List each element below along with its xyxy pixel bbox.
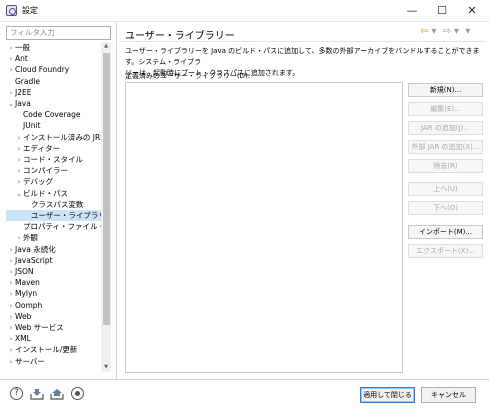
tree-item-label: Maven	[15, 278, 40, 288]
tree-item-label: Oomph	[15, 300, 43, 310]
tree-item-label: Java 永続化	[15, 244, 56, 254]
tree-item-label: サーバー	[15, 356, 45, 366]
tree-item[interactable]: › インストール済みの JRE	[6, 132, 105, 143]
tree-item[interactable]: › XML	[6, 333, 31, 344]
tree-item[interactable]: › コンパイラー	[6, 165, 68, 176]
tree-item-label: ビルド・パス	[23, 188, 68, 198]
export-preferences-icon[interactable]	[50, 388, 64, 400]
tree-item[interactable]: › JSON	[6, 266, 34, 277]
tree-item[interactable]: › 一般	[6, 42, 30, 53]
tree-item[interactable]: › Java 永続化	[6, 244, 56, 255]
tree-item[interactable]: クラスパス変数	[6, 199, 83, 210]
tree-item[interactable]: › エディター	[6, 143, 60, 154]
tree-item[interactable]: JUnit	[6, 120, 40, 131]
close-button[interactable]: ✕	[457, 2, 487, 20]
apply-and-close-button[interactable]: 適用して閉じる	[360, 387, 415, 403]
tree-item-label: Web	[15, 311, 32, 321]
export-button[interactable]: エクスポート(X)...	[408, 244, 483, 258]
tree-item-label: デバッグ	[23, 177, 53, 187]
tree-item-label: 一般	[15, 43, 30, 52]
tree-item[interactable]: › J2EE	[6, 87, 32, 98]
tree-item-label: コンパイラー	[23, 166, 68, 176]
tree-item-label: Mylyn	[15, 289, 38, 299]
page-navigation: ⇦ ▾ ⇨ ▾ ▾	[420, 26, 473, 37]
new-button[interactable]: 新規(N)...	[408, 83, 483, 97]
tree-item[interactable]: › 外観	[6, 232, 38, 243]
tree-item[interactable]: ⌄ビルド・パス	[6, 188, 68, 199]
minimize-button[interactable]: —	[397, 2, 427, 20]
tree-item-label: XML	[15, 334, 31, 344]
tree-item-label: Code Coverage	[23, 110, 81, 120]
tree-item[interactable]: ⌄Java	[6, 98, 31, 109]
tree-item[interactable]: › Cloud Foundry	[6, 64, 70, 75]
tree-item-label: インストール済みの JRE	[23, 132, 105, 142]
footer-divider	[0, 379, 489, 380]
preference-tree: › 一般 › Ant › Cloud Foundry Gradle › J2EE ⌄Java Cod…	[6, 42, 110, 372]
cancel-button[interactable]: キャンセル	[421, 387, 476, 403]
tree-item[interactable]: › Web サービス	[6, 322, 64, 333]
tree-item-label: プロパティ・ファイル・エディ	[23, 222, 110, 232]
app-icon	[6, 5, 17, 16]
description-line-1: ユーザー・ライブラリーを Java のビルド・パスに追加して、多数の外部アーカイ…	[125, 47, 480, 66]
tree-scrollbar[interactable]: ▲ ▼	[101, 42, 111, 372]
tree-item[interactable]: › Mylyn	[6, 288, 38, 299]
tree-item-label: Cloud Foundry	[15, 65, 70, 75]
window-title: 設定	[22, 6, 38, 15]
tree-item-label: ユーザー・ライブラリー	[31, 211, 110, 220]
tree-item[interactable]: › サーバー	[6, 356, 45, 367]
tree-item-label: 外観	[23, 233, 38, 243]
title-divider	[119, 41, 485, 42]
page-title: ユーザー・ライブラリー	[125, 31, 235, 42]
forward-menu-icon[interactable]: ▾	[454, 26, 459, 37]
tree-item[interactable]: Code Coverage	[6, 109, 81, 120]
add-jar-button[interactable]: JAR の追加(J)...	[408, 121, 483, 135]
tree-item-label: クラスパス変数	[31, 199, 84, 209]
import-preferences-icon[interactable]	[30, 388, 44, 400]
tree-item-label: エディター	[23, 143, 60, 153]
add-external-jar-button[interactable]: 外部 JAR の追加(X)...	[408, 140, 483, 154]
tree-item[interactable]: › Ant	[6, 53, 28, 64]
import-button[interactable]: インポート(M)...	[408, 225, 483, 239]
tree-item-label: JavaScript	[15, 255, 53, 265]
forward-icon[interactable]: ⇨	[443, 26, 451, 37]
help-icon[interactable]: ?	[10, 387, 23, 400]
tree-item-label: インストール/更新	[15, 345, 78, 355]
back-menu-icon[interactable]: ▾	[431, 26, 436, 37]
tree-item[interactable]: › Maven	[6, 277, 40, 288]
tree-item[interactable]: ユーザー・ライブラリー	[6, 210, 110, 221]
tree-item[interactable]: Gradle	[6, 76, 40, 87]
up-button[interactable]: 上へ(U)	[408, 182, 483, 196]
remove-button[interactable]: 除去(R)	[408, 159, 483, 173]
tree-item[interactable]: › Oomph	[6, 300, 43, 311]
tree-item[interactable]: プロパティ・ファイル・エディ	[6, 221, 110, 232]
scroll-up-icon[interactable]: ▲	[101, 42, 111, 51]
tree-item-label: Gradle	[15, 76, 40, 86]
tree-item-label: JSON	[15, 267, 34, 276]
tree-item-label: コード・スタイル	[23, 155, 83, 164]
tree-item-label: Web サービス	[15, 323, 64, 332]
tree-item[interactable]: › インストール/更新	[6, 344, 78, 355]
scroll-down-icon[interactable]: ▼	[101, 363, 111, 372]
tree-item[interactable]: › コード・スタイル	[6, 154, 83, 165]
record-icon[interactable]	[71, 387, 84, 400]
tree-item[interactable]: › Web	[6, 311, 32, 322]
maximize-button[interactable]: ☐	[427, 2, 457, 20]
scroll-thumb[interactable]	[103, 53, 110, 325]
library-list-label: 定義済みのユーザー・ライブラリー(D):	[125, 72, 251, 80]
pane-splitter[interactable]	[116, 22, 117, 379]
back-icon[interactable]: ⇦	[420, 26, 428, 37]
title-bar: 設定 — ☐ ✕	[0, 0, 489, 22]
tree-item-label: JUnit	[23, 121, 41, 131]
user-library-list[interactable]	[125, 82, 403, 373]
tree-item-label: Java	[15, 99, 31, 108]
tree-item-label: Ant	[15, 54, 28, 64]
view-menu-icon[interactable]: ▾	[465, 26, 470, 37]
down-button[interactable]: 下へ(O)	[408, 201, 483, 215]
tree-item[interactable]: › デバッグ	[6, 176, 53, 187]
tree-item[interactable]: › JavaScript	[6, 255, 53, 266]
tree-item-label: J2EE	[15, 87, 32, 97]
filter-input[interactable]: フィルタ入力	[6, 26, 111, 40]
chevron-right-icon[interactable]: ›	[7, 357, 15, 368]
edit-button[interactable]: 編集(E)...	[408, 102, 483, 116]
